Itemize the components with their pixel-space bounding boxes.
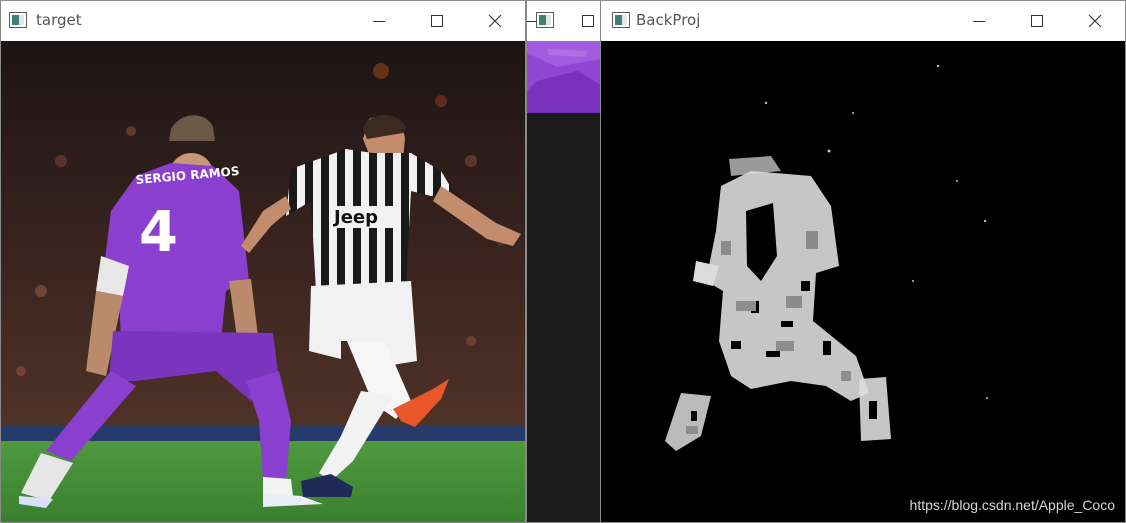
minimize-icon[interactable] bbox=[964, 7, 994, 35]
backproj-image-area: https://blog.csdn.net/Apple_Coco bbox=[601, 41, 1125, 522]
football-photo: SERGIO RAMOS 4 Jeep bbox=[1, 41, 525, 522]
maximize-icon[interactable] bbox=[1022, 7, 1052, 35]
minimize-icon[interactable] bbox=[364, 7, 394, 35]
title-bar[interactable] bbox=[527, 1, 601, 41]
roi-image-area bbox=[527, 41, 601, 522]
middle-window[interactable] bbox=[526, 0, 602, 523]
window-app-icon bbox=[612, 12, 630, 28]
maximize-icon[interactable] bbox=[573, 7, 602, 35]
target-window[interactable]: target SERGIO RAMOS 4 Jeep bbox=[0, 0, 526, 523]
title-bar[interactable]: target bbox=[1, 1, 525, 41]
window-title: target bbox=[36, 11, 82, 29]
jersey-sponsor: Jeep bbox=[332, 207, 378, 228]
jersey-number: 4 bbox=[139, 200, 178, 265]
close-icon[interactable] bbox=[1080, 7, 1110, 35]
close-icon[interactable] bbox=[480, 7, 510, 35]
backprojection-image bbox=[601, 41, 1125, 522]
roi-thumbnail bbox=[527, 41, 601, 113]
watermark: https://blog.csdn.net/Apple_Coco bbox=[909, 497, 1115, 513]
maximize-icon[interactable] bbox=[422, 7, 452, 35]
window-title: BackProj bbox=[636, 11, 701, 29]
window-app-icon bbox=[9, 12, 27, 28]
minimize-icon[interactable] bbox=[526, 7, 546, 35]
backproj-window[interactable]: BackProj https://blog.csdn.net/Apple_Coc… bbox=[600, 0, 1126, 523]
target-image-area: SERGIO RAMOS 4 Jeep bbox=[1, 41, 525, 522]
title-bar[interactable]: BackProj bbox=[601, 1, 1125, 41]
